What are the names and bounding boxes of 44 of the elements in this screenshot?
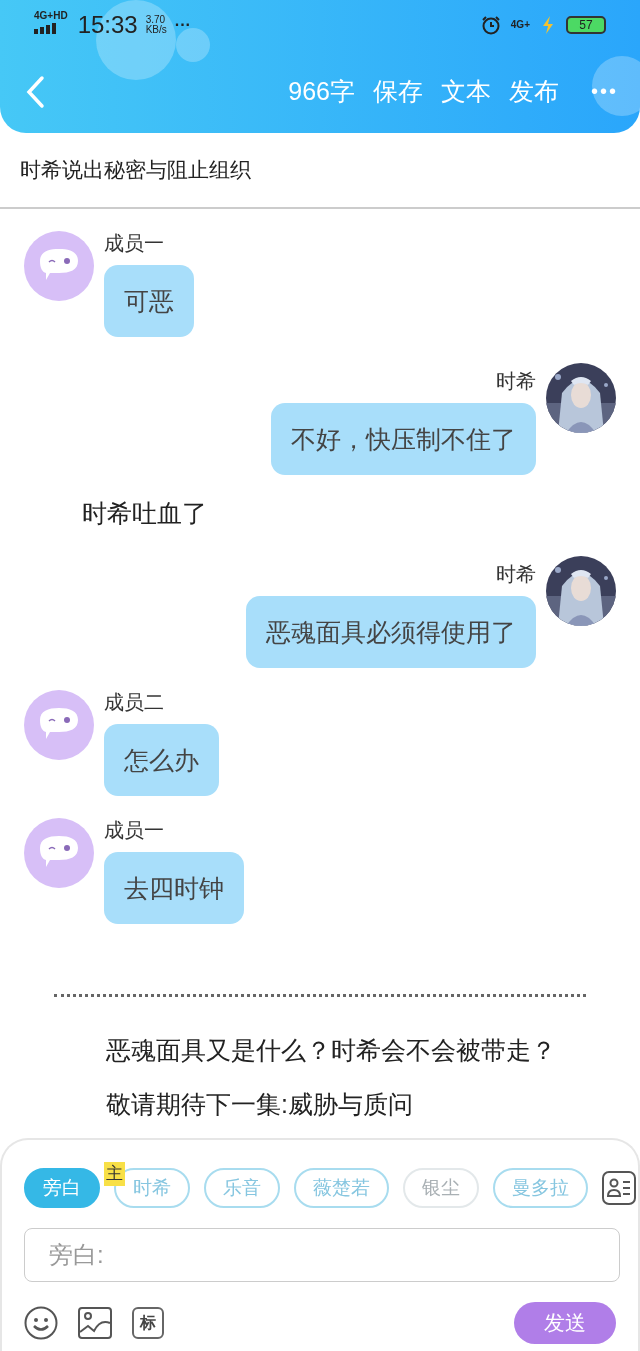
lightning-icon xyxy=(540,15,556,35)
chat-bubble-avatar-icon xyxy=(24,690,94,760)
message-input[interactable]: 旁白: xyxy=(24,1228,620,1282)
chapter-title: 时希说出秘密与阻止组织 xyxy=(0,133,640,209)
chat-bubble-avatar-icon xyxy=(24,818,94,888)
role-chip[interactable]: 曼多拉 xyxy=(493,1168,588,1208)
signal-icon xyxy=(34,23,56,34)
message-bubble: 去四时钟 xyxy=(104,852,244,924)
speed-unit: KB/s xyxy=(145,25,167,36)
network-label: 4G+HD xyxy=(34,11,68,21)
speed-value: 3.70 xyxy=(145,14,167,25)
toolbar-action[interactable]: 发布 xyxy=(509,75,559,108)
clock-time: 15:33 xyxy=(77,11,138,39)
word-count: 966字 xyxy=(288,76,355,107)
role-chip[interactable]: 薇楚若 xyxy=(294,1168,389,1208)
ending-text: 敬请期待下一集:威胁与质问 xyxy=(106,1089,414,1120)
message-bubble: 怎么办 xyxy=(104,724,219,796)
notification-more: ··· xyxy=(174,16,191,34)
toolbar-action[interactable]: 文本 xyxy=(441,75,491,108)
lead-badge: 主 xyxy=(104,1162,125,1186)
speaker-name: 成员一 xyxy=(104,231,164,255)
message-bubble: 恶魂面具必须得使用了 xyxy=(246,596,536,668)
more-menu[interactable]: ••• xyxy=(591,80,618,103)
network-label: 4G+ xyxy=(510,20,530,30)
battery-indicator: 57 xyxy=(566,16,606,34)
tag-button[interactable]: 标 xyxy=(132,1307,164,1339)
alarm-clock-icon xyxy=(480,15,501,35)
role-chip[interactable]: 乐音 xyxy=(204,1168,280,1208)
bubble-decoration xyxy=(592,56,640,116)
speaker-name: 时希 xyxy=(496,369,536,393)
smiley-icon[interactable] xyxy=(24,1306,58,1340)
message-bubble: 可恶 xyxy=(104,265,194,337)
role-chip[interactable]: 旁白 xyxy=(24,1168,100,1208)
image-icon[interactable] xyxy=(78,1306,112,1340)
toolbar-action[interactable]: 保存 xyxy=(373,75,423,108)
message-bubble: 不好，快压制不住了 xyxy=(271,403,536,475)
speaker-name: 成员二 xyxy=(104,690,164,714)
narration-text: 时希吐血了 xyxy=(82,498,208,529)
speaker-name: 时希 xyxy=(496,562,536,586)
speaker-name: 成员一 xyxy=(104,818,164,842)
contact-card-icon[interactable] xyxy=(602,1171,636,1205)
chat-bubble-avatar-icon xyxy=(24,231,94,301)
send-button[interactable]: 发送 xyxy=(514,1302,616,1344)
ending-text: 恶魂面具又是什么？时希会不会被带走？ xyxy=(106,1035,557,1066)
